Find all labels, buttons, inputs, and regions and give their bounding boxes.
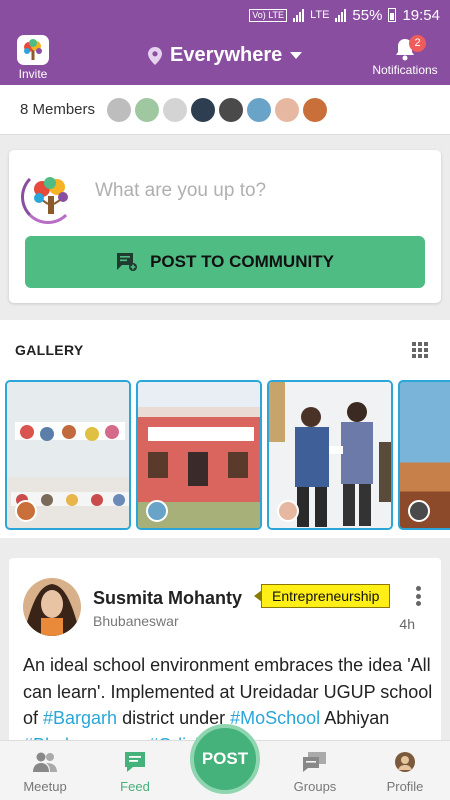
status-bar: Vo) LTE LTE 55% 19:54 [0,0,450,30]
notification-count-badge: 2 [409,35,426,52]
member-avatar[interactable] [191,97,216,122]
signal-icon-2 [335,8,347,22]
invite-label: Invite [18,67,48,81]
battery-percent: 55% [352,6,383,24]
post-to-community-label: POST TO COMMUNITY [150,252,334,271]
lte-indicator: LTE [310,9,330,21]
uploader-avatar [146,500,168,522]
more-options-icon[interactable] [415,586,421,606]
nav-meetup-label: Meetup [23,779,67,794]
notifications-button[interactable]: 2 Notifications [368,35,442,77]
member-avatar[interactable] [303,97,328,122]
signal-icon [293,8,305,22]
battery-icon [388,8,397,22]
nav-meetup[interactable]: Meetup [10,741,80,800]
post-composer-input[interactable]: What are you up to? [95,180,266,202]
grid-view-icon[interactable] [412,342,428,358]
composer-card: What are you up to? POST TO COMMUNITY [9,150,441,303]
nav-feed[interactable]: Feed [100,741,170,800]
author-location: Bhubaneswar [93,613,179,629]
member-avatar[interactable] [247,97,272,122]
people-icon [33,752,57,772]
member-avatars [107,97,328,122]
notifications-label: Notifications [372,63,438,77]
post-time: 4h [399,616,415,632]
members-row[interactable]: 8 Members [0,85,450,135]
uploader-avatar [277,500,299,522]
author-photo-icon [23,578,81,636]
clock: 19:54 [402,6,440,24]
gallery-title: GALLERY [15,342,84,358]
nav-groups-label: Groups [293,779,337,794]
nav-profile[interactable]: Profile [370,741,440,800]
profile-avatar-icon [395,752,415,772]
hashtag-link[interactable]: #MoSchool [230,708,320,728]
location-label: Everywhere [170,44,283,66]
uploader-avatar [408,500,430,522]
location-pin-icon [148,46,162,65]
member-avatar[interactable] [107,97,132,122]
post-text-part: Abhiyan [320,708,390,728]
gallery-photo-classroom[interactable] [5,380,131,530]
gallery-photo-sunset[interactable] [398,380,450,530]
uploader-avatar [15,500,37,522]
invite-button[interactable]: Invite [14,35,52,81]
member-avatar[interactable] [163,97,188,122]
gallery-photo-award[interactable] [267,380,393,530]
nav-feed-label: Feed [120,779,150,794]
author-name[interactable]: Susmita Mohanty [93,588,242,609]
post-to-community-button[interactable]: POST TO COMMUNITY [25,236,425,288]
category-tag[interactable]: Entrepreneurship [253,584,391,608]
add-post-icon [117,253,138,271]
nav-groups[interactable]: Groups [280,741,350,800]
volte-indicator: Vo) LTE [249,8,288,22]
gallery-section: GALLERY [0,320,450,538]
community-logo-icon [17,35,49,65]
top-bar: Invite Everywhere 2 Notifications [0,30,450,85]
post-fab-button[interactable]: POST [190,724,260,794]
groups-icon [303,752,326,772]
member-avatar[interactable] [135,97,160,122]
chevron-down-icon [290,52,303,59]
community-logo-icon [34,177,68,214]
members-count: 8 Members [20,101,96,118]
nav-profile-label: Profile [386,779,424,794]
gallery-strip[interactable] [5,380,450,530]
author-avatar[interactable] [23,578,81,636]
member-avatar[interactable] [275,97,300,122]
feed-post-card[interactable]: Susmita Mohanty Bhubaneswar Entrepreneur… [9,558,441,748]
post-fab-label: POST [201,749,249,768]
feed-icon [125,752,145,772]
member-avatar[interactable] [219,97,244,122]
hashtag-link[interactable]: #Bargarh [43,708,117,728]
gallery-photo-school-building[interactable] [136,380,262,530]
location-selector[interactable]: Everywhere [148,44,303,67]
